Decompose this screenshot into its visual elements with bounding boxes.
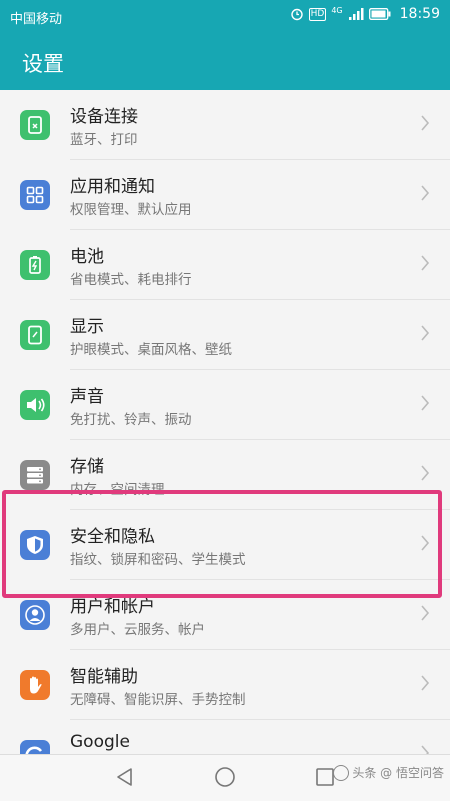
settings-item-users-accounts[interactable]: 用户和帐户 多用户、云服务、帐户 <box>0 580 450 650</box>
watermark-logo-icon <box>333 764 350 781</box>
settings-item-subtitle: 免打扰、铃声、振动 <box>70 412 192 428</box>
network-type-badge: 4G <box>331 6 343 15</box>
settings-item-label: 电池 <box>70 247 104 267</box>
settings-item-battery[interactable]: 电池 省电模式、耗电排行 <box>0 230 450 300</box>
settings-item-subtitle: 指纹、锁屏和密码、学生模式 <box>70 552 246 568</box>
alarm-icon <box>290 8 303 21</box>
chevron-right-icon <box>421 115 430 131</box>
settings-item-subtitle: 内存、空间清理 <box>70 482 165 498</box>
chevron-right-icon <box>421 605 430 621</box>
settings-item-label: 智能辅助 <box>70 667 138 687</box>
chevron-right-icon <box>421 675 430 691</box>
settings-item-label: 存储 <box>70 457 104 477</box>
settings-item-label: 设备连接 <box>70 107 138 127</box>
settings-item-label: 声音 <box>70 387 104 407</box>
storage-icon <box>20 460 50 490</box>
watermark-text: 头条 @ 悟空问答 <box>352 766 444 780</box>
apps-grid-icon <box>20 180 50 210</box>
settings-item-subtitle: 多用户、云服务、帐户 <box>70 622 205 638</box>
hand-icon <box>20 670 50 700</box>
watermark: 头条 @ 悟空问答 <box>333 764 444 781</box>
chevron-right-icon <box>421 745 430 754</box>
google-icon <box>20 740 50 754</box>
home-button-icon[interactable] <box>214 766 236 788</box>
battery-icon <box>20 250 50 280</box>
hd-badge: HD <box>308 7 327 21</box>
speaker-icon <box>20 390 50 420</box>
page-title: 设置 <box>22 52 64 76</box>
app-bar: 设置 <box>0 32 450 90</box>
settings-item-label: 安全和隐私 <box>70 527 155 547</box>
user-icon <box>20 600 50 630</box>
settings-item-apps-notifications[interactable]: 应用和通知 权限管理、默认应用 <box>0 160 450 230</box>
settings-item-label: Google <box>70 732 130 752</box>
back-button-icon[interactable] <box>114 766 136 788</box>
clock-time: 18:59 <box>399 6 440 22</box>
settings-list[interactable]: 设备连接 蓝牙、打印 应用和通知 权限管理、默认应用 电池 省电模式、耗电排行 <box>0 90 450 754</box>
chevron-right-icon <box>421 535 430 551</box>
carrier-name: 中国移动 <box>10 12 63 27</box>
chevron-right-icon <box>421 465 430 481</box>
settings-item-label: 应用和通知 <box>70 177 155 197</box>
device-connection-icon <box>20 110 50 140</box>
settings-item-subtitle: 护眼模式、桌面风格、壁纸 <box>70 342 232 358</box>
chevron-right-icon <box>421 325 430 341</box>
chevron-right-icon <box>421 395 430 411</box>
settings-item-storage[interactable]: 存储 内存、空间清理 <box>0 440 450 510</box>
settings-item-smart-assistance[interactable]: 智能辅助 无障碍、智能识屏、手势控制 <box>0 650 450 720</box>
settings-item-security-privacy[interactable]: 安全和隐私 指纹、锁屏和密码、学生模式 <box>0 510 450 580</box>
shield-icon <box>20 530 50 560</box>
display-icon <box>20 320 50 350</box>
status-icons: HD 4G 18:59 <box>290 6 440 22</box>
settings-item-subtitle: 权限管理、默认应用 <box>70 202 192 218</box>
settings-item-label: 显示 <box>70 317 104 337</box>
settings-item-subtitle: 蓝牙、打印 <box>70 132 138 148</box>
settings-item-subtitle: 无障碍、智能识屏、手势控制 <box>70 692 246 708</box>
chevron-right-icon <box>421 185 430 201</box>
settings-item-device-connection[interactable]: 设备连接 蓝牙、打印 <box>0 90 450 160</box>
settings-item-display[interactable]: 显示 护眼模式、桌面风格、壁纸 <box>0 300 450 370</box>
settings-item-google[interactable]: Google <box>0 720 450 754</box>
settings-item-sound[interactable]: 声音 免打扰、铃声、振动 <box>0 370 450 440</box>
settings-item-label: 用户和帐户 <box>70 597 155 617</box>
signal-icon <box>348 8 364 20</box>
chevron-right-icon <box>421 255 430 271</box>
battery-status-icon <box>368 8 391 20</box>
settings-item-subtitle: 省电模式、耗电排行 <box>70 272 192 288</box>
status-bar: 中国移动 HD 4G 18:59 <box>0 0 450 32</box>
